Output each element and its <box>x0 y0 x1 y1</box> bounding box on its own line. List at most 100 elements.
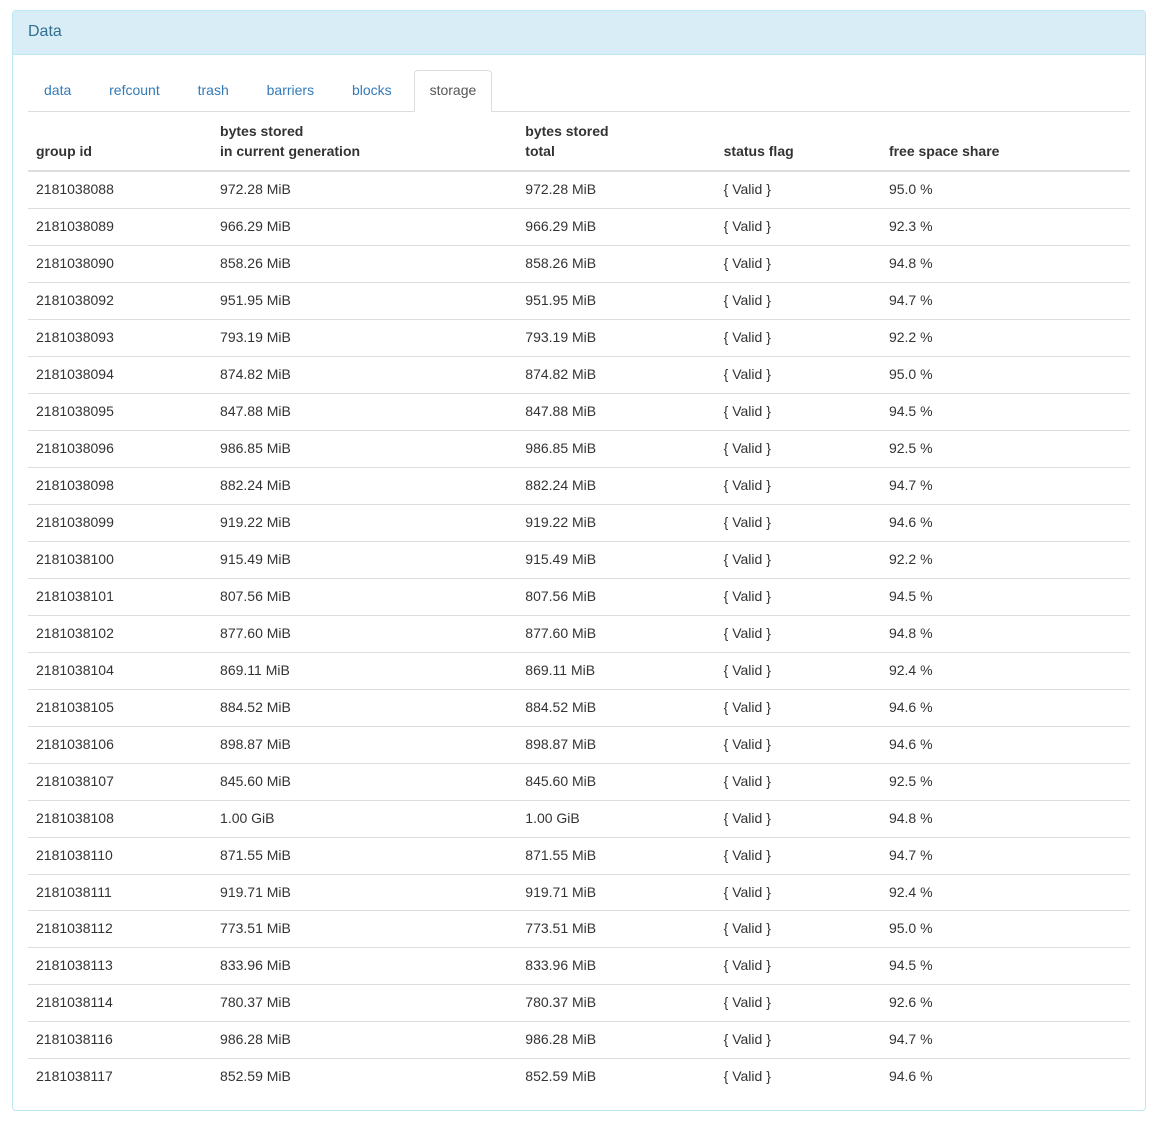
cell-free-space-share: 94.8 % <box>881 800 1130 837</box>
cell-bytes-total: 898.87 MiB <box>517 726 715 763</box>
cell-status-flag: { Valid } <box>716 689 881 726</box>
cell-bytes-total: 874.82 MiB <box>517 356 715 393</box>
cell-bytes-current-generation: 986.85 MiB <box>212 430 517 467</box>
cell-group-id: 2181038094 <box>28 356 212 393</box>
tab-barriers-link[interactable]: barriers <box>251 70 330 112</box>
cell-status-flag: { Valid } <box>716 467 881 504</box>
table-row: 2181038089 966.29 MiB 966.29 MiB { Valid… <box>28 208 1130 245</box>
cell-status-flag: { Valid } <box>716 319 881 356</box>
tab-blocks-link[interactable]: blocks <box>336 70 408 112</box>
table-row: 2181038093 793.19 MiB 793.19 MiB { Valid… <box>28 319 1130 356</box>
cell-group-id: 2181038089 <box>28 208 212 245</box>
table-row: 2181038100 915.49 MiB 915.49 MiB { Valid… <box>28 541 1130 578</box>
header-line-bottom: in current generation <box>220 142 509 162</box>
col-header-bytes-current: bytes stored in current generation <box>212 114 517 171</box>
cell-status-flag: { Valid } <box>716 985 881 1022</box>
cell-group-id: 2181038114 <box>28 985 212 1022</box>
cell-status-flag: { Valid } <box>716 282 881 319</box>
cell-bytes-total: 972.28 MiB <box>517 171 715 208</box>
table-row: 2181038102 877.60 MiB 877.60 MiB { Valid… <box>28 615 1130 652</box>
table-row: 2181038096 986.85 MiB 986.85 MiB { Valid… <box>28 430 1130 467</box>
cell-free-space-share: 95.0 % <box>881 911 1130 948</box>
cell-group-id: 2181038110 <box>28 837 212 874</box>
table-row: 2181038094 874.82 MiB 874.82 MiB { Valid… <box>28 356 1130 393</box>
cell-group-id: 2181038092 <box>28 282 212 319</box>
table-row: 2181038095 847.88 MiB 847.88 MiB { Valid… <box>28 393 1130 430</box>
cell-bytes-current-generation: 773.51 MiB <box>212 911 517 948</box>
cell-free-space-share: 94.5 % <box>881 578 1130 615</box>
cell-free-space-share: 92.5 % <box>881 763 1130 800</box>
cell-status-flag: { Valid } <box>716 726 881 763</box>
cell-bytes-current-generation: 847.88 MiB <box>212 393 517 430</box>
cell-group-id: 2181038101 <box>28 578 212 615</box>
cell-bytes-total: 793.19 MiB <box>517 319 715 356</box>
table-row: 2181038090 858.26 MiB 858.26 MiB { Valid… <box>28 245 1130 282</box>
cell-bytes-total: 951.95 MiB <box>517 282 715 319</box>
cell-status-flag: { Valid } <box>716 615 881 652</box>
table-row: 2181038113 833.96 MiB 833.96 MiB { Valid… <box>28 948 1130 985</box>
col-header-bytes-total: bytes stored total <box>517 114 715 171</box>
cell-bytes-current-generation: 919.22 MiB <box>212 504 517 541</box>
cell-status-flag: { Valid } <box>716 578 881 615</box>
cell-bytes-current-generation: 869.11 MiB <box>212 652 517 689</box>
cell-group-id: 2181038107 <box>28 763 212 800</box>
tab-trash-link[interactable]: trash <box>182 70 245 112</box>
tab-blocks: blocks <box>336 70 408 112</box>
cell-status-flag: { Valid } <box>716 208 881 245</box>
header-line-top: bytes stored <box>525 122 707 142</box>
cell-group-id: 2181038111 <box>28 874 212 911</box>
cell-status-flag: { Valid } <box>716 1059 881 1095</box>
table-header-row: group id bytes stored in current generat… <box>28 114 1130 171</box>
cell-group-id: 2181038113 <box>28 948 212 985</box>
cell-group-id: 2181038096 <box>28 430 212 467</box>
cell-status-flag: { Valid } <box>716 837 881 874</box>
header-line-bottom: group id <box>36 142 204 162</box>
table-row: 2181038110 871.55 MiB 871.55 MiB { Valid… <box>28 837 1130 874</box>
tab-refcount-link[interactable]: refcount <box>93 70 176 112</box>
cell-bytes-current-generation: 807.56 MiB <box>212 578 517 615</box>
tab-storage-link[interactable]: storage <box>414 70 493 112</box>
cell-bytes-total: 915.49 MiB <box>517 541 715 578</box>
cell-free-space-share: 94.6 % <box>881 1059 1130 1095</box>
table-row: 2181038107 845.60 MiB 845.60 MiB { Valid… <box>28 763 1130 800</box>
cell-free-space-share: 94.7 % <box>881 1022 1130 1059</box>
table-row: 2181038104 869.11 MiB 869.11 MiB { Valid… <box>28 652 1130 689</box>
tab-refcount: refcount <box>93 70 176 112</box>
tab-data: data <box>28 70 87 112</box>
cell-free-space-share: 94.6 % <box>881 689 1130 726</box>
cell-group-id: 2181038099 <box>28 504 212 541</box>
table-row: 2181038099 919.22 MiB 919.22 MiB { Valid… <box>28 504 1130 541</box>
table-row: 2181038111 919.71 MiB 919.71 MiB { Valid… <box>28 874 1130 911</box>
cell-bytes-current-generation: 966.29 MiB <box>212 208 517 245</box>
cell-free-space-share: 92.2 % <box>881 541 1130 578</box>
cell-status-flag: { Valid } <box>716 541 881 578</box>
tab-storage: storage <box>414 70 493 112</box>
cell-bytes-total: 871.55 MiB <box>517 837 715 874</box>
cell-group-id: 2181038093 <box>28 319 212 356</box>
cell-free-space-share: 94.8 % <box>881 245 1130 282</box>
panel-body: data refcount trash barriers blocks stor… <box>13 55 1145 1111</box>
cell-bytes-total: 986.85 MiB <box>517 430 715 467</box>
tab-data-link[interactable]: data <box>28 70 87 112</box>
cell-bytes-current-generation: 919.71 MiB <box>212 874 517 911</box>
cell-bytes-total: 845.60 MiB <box>517 763 715 800</box>
cell-bytes-current-generation: 852.59 MiB <box>212 1059 517 1095</box>
cell-free-space-share: 94.7 % <box>881 837 1130 874</box>
header-line-top: bytes stored <box>220 122 509 142</box>
cell-status-flag: { Valid } <box>716 652 881 689</box>
cell-free-space-share: 95.0 % <box>881 171 1130 208</box>
cell-group-id: 2181038098 <box>28 467 212 504</box>
cell-bytes-current-generation: 898.87 MiB <box>212 726 517 763</box>
cell-group-id: 2181038117 <box>28 1059 212 1095</box>
tab-trash: trash <box>182 70 245 112</box>
cell-bytes-total: 884.52 MiB <box>517 689 715 726</box>
cell-status-flag: { Valid } <box>716 393 881 430</box>
cell-free-space-share: 94.5 % <box>881 948 1130 985</box>
data-panel: Data data refcount trash barriers blocks… <box>12 10 1146 1111</box>
cell-bytes-total: 773.51 MiB <box>517 911 715 948</box>
cell-bytes-current-generation: 1.00 GiB <box>212 800 517 837</box>
cell-bytes-current-generation: 915.49 MiB <box>212 541 517 578</box>
cell-free-space-share: 92.2 % <box>881 319 1130 356</box>
cell-bytes-total: 966.29 MiB <box>517 208 715 245</box>
table-row: 2181038106 898.87 MiB 898.87 MiB { Valid… <box>28 726 1130 763</box>
